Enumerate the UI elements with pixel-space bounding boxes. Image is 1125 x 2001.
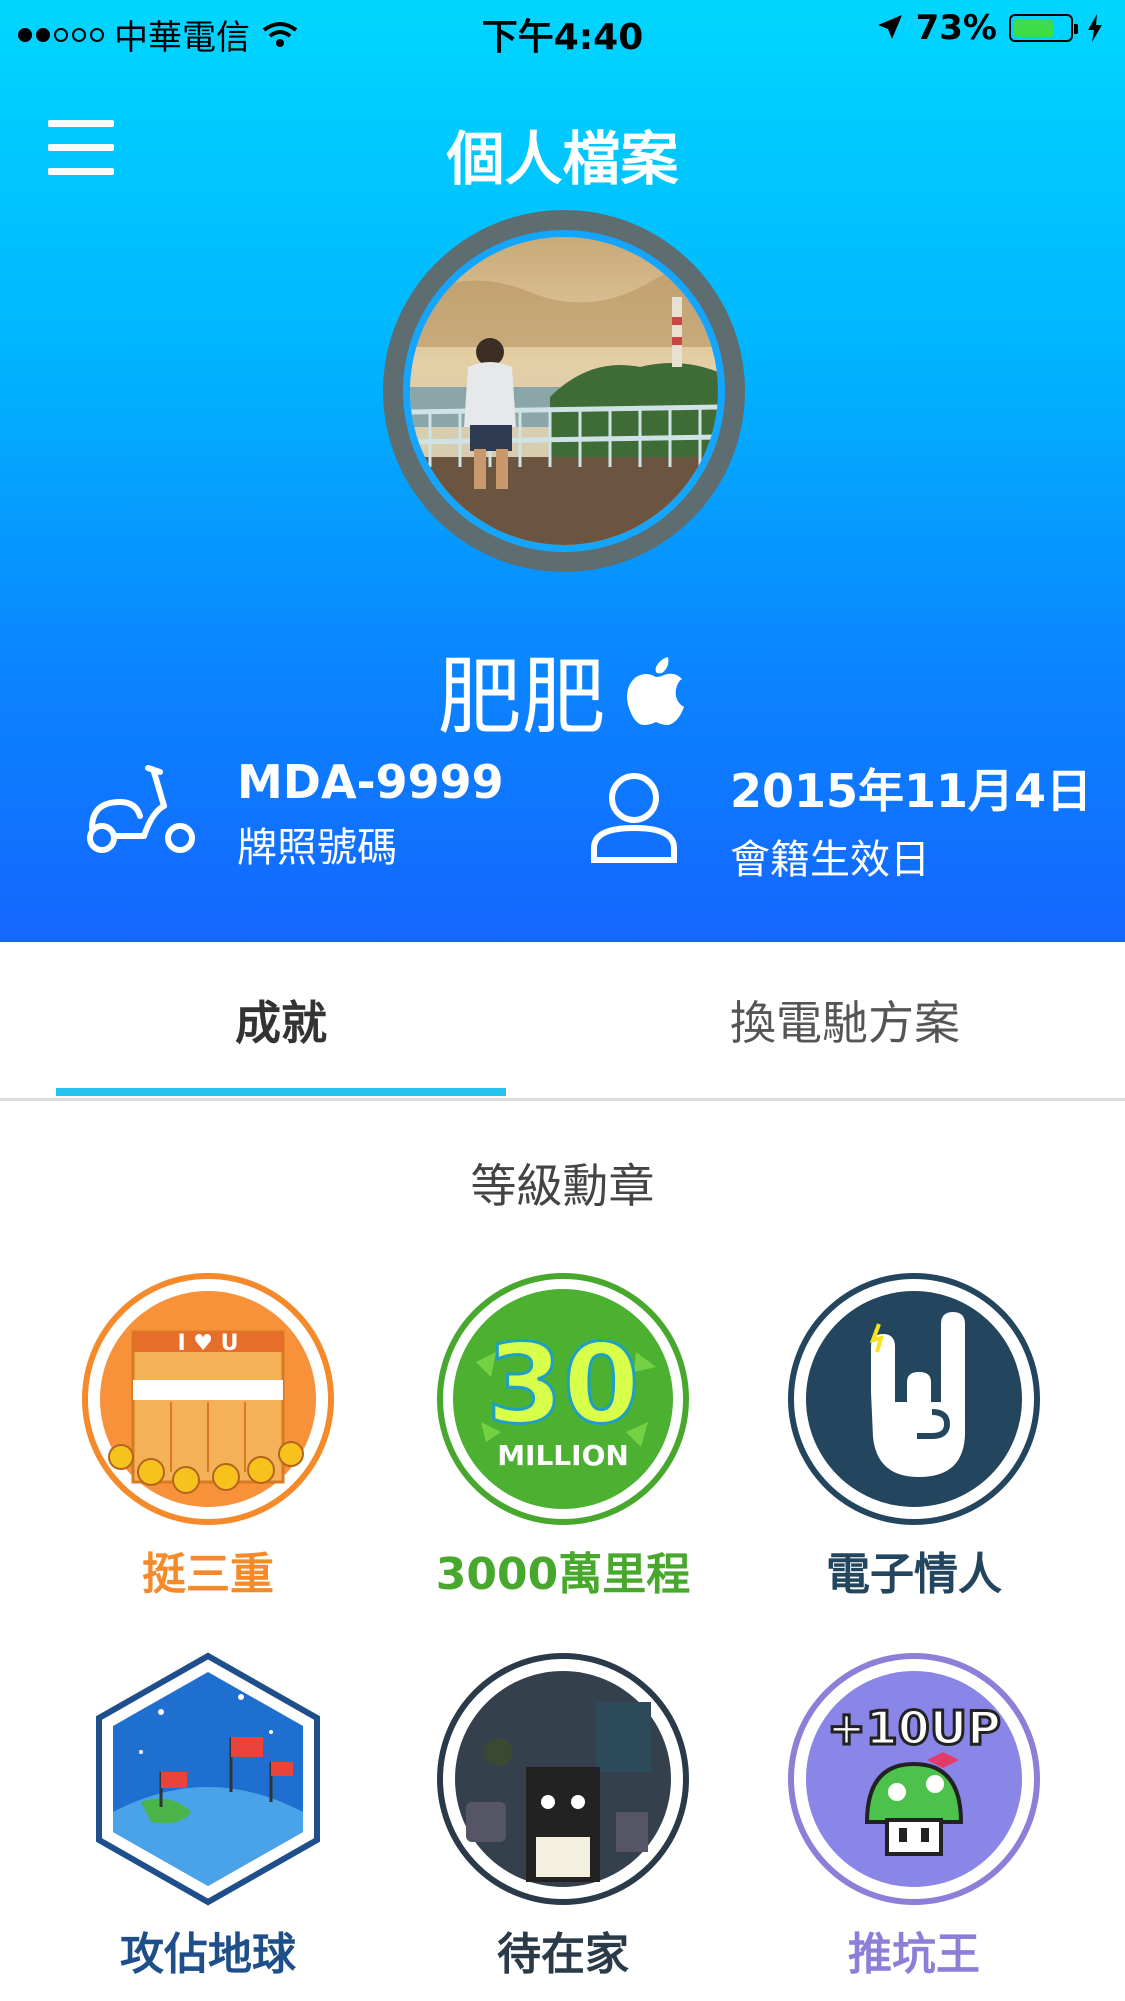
plate-label: 牌照號碼 xyxy=(237,825,397,871)
membership-info: 2015年11月4日 會籍生效日 xyxy=(730,755,1092,885)
badge-sanchong[interactable]: I ♥ U 挺三重 xyxy=(68,1272,348,1602)
stay-home-badge-icon xyxy=(437,1653,689,1905)
rock-hand-badge-icon xyxy=(788,1273,1040,1525)
user-name-row: 肥肥 xyxy=(0,630,1125,751)
battery-icon xyxy=(1009,14,1078,42)
globe-flags-badge-icon xyxy=(96,1652,320,1906)
mushroom-10up-badge-icon: +10UP xyxy=(788,1653,1040,1905)
section-title: 等級勳章 xyxy=(470,1159,655,1213)
user-name: 肥肥 xyxy=(437,648,606,746)
30-million-badge-icon: 30 MILLION xyxy=(437,1273,689,1525)
badge-electric-lover[interactable]: 電子情人 xyxy=(774,1272,1054,1602)
charging-bolt-icon xyxy=(1088,14,1102,42)
badge-label: 攻佔地球 xyxy=(120,1929,296,1980)
avatar[interactable] xyxy=(383,210,745,572)
tab-battery-plan[interactable]: 換電馳方案 xyxy=(620,942,1070,1098)
badge-stay-home[interactable]: 待在家 xyxy=(423,1652,703,1982)
badge-artwork-text: I ♥ U xyxy=(177,1331,238,1356)
active-tab-indicator xyxy=(56,1088,506,1096)
badge-label: 電子情人 xyxy=(826,1549,1002,1600)
avatar-photo xyxy=(410,237,718,545)
badge-artwork-number: 30 xyxy=(486,1320,639,1448)
page-title: 個人檔案 xyxy=(446,125,679,193)
membership-date: 2015年11月4日 xyxy=(730,764,1093,818)
badge-artwork-text: +10UP xyxy=(827,1701,1001,1755)
status-bar: 中華電信 下午4:40 73% xyxy=(0,0,1125,60)
badge-artwork-word: MILLION xyxy=(497,1439,629,1472)
plate-number: MDA-9999 xyxy=(237,755,504,809)
badge-label: 挺三重 xyxy=(142,1549,274,1600)
badge-label: 推坑王 xyxy=(848,1929,980,1980)
profile-header: 中華電信 下午4:40 73% 個人檔案 肥肥 MDA-9999 牌照號碼 20… xyxy=(0,0,1125,942)
badge-pusher-king[interactable]: +10UP 推坑王 xyxy=(774,1652,1054,1982)
scooter-icon xyxy=(87,765,195,853)
badge-label: 待在家 xyxy=(497,1929,629,1980)
membership-label: 會籍生效日 xyxy=(730,837,930,883)
battery-percent: 73% xyxy=(915,8,997,48)
badge-label: 3000萬里程 xyxy=(435,1549,691,1600)
tab-achievements[interactable]: 成就 xyxy=(56,942,506,1098)
apple-icon xyxy=(626,656,684,725)
tab-bar: 成就 換電馳方案 xyxy=(0,942,1125,1101)
storefront-sunflower-badge-icon: I ♥ U xyxy=(82,1273,334,1525)
location-arrow-icon xyxy=(877,15,902,39)
user-icon xyxy=(591,773,677,863)
badge-conquer-earth[interactable]: 攻佔地球 xyxy=(68,1652,348,1982)
plate-info: MDA-9999 牌照號碼 xyxy=(237,755,504,873)
badge-30-million[interactable]: 30 MILLION 3000萬里程 xyxy=(423,1272,703,1602)
